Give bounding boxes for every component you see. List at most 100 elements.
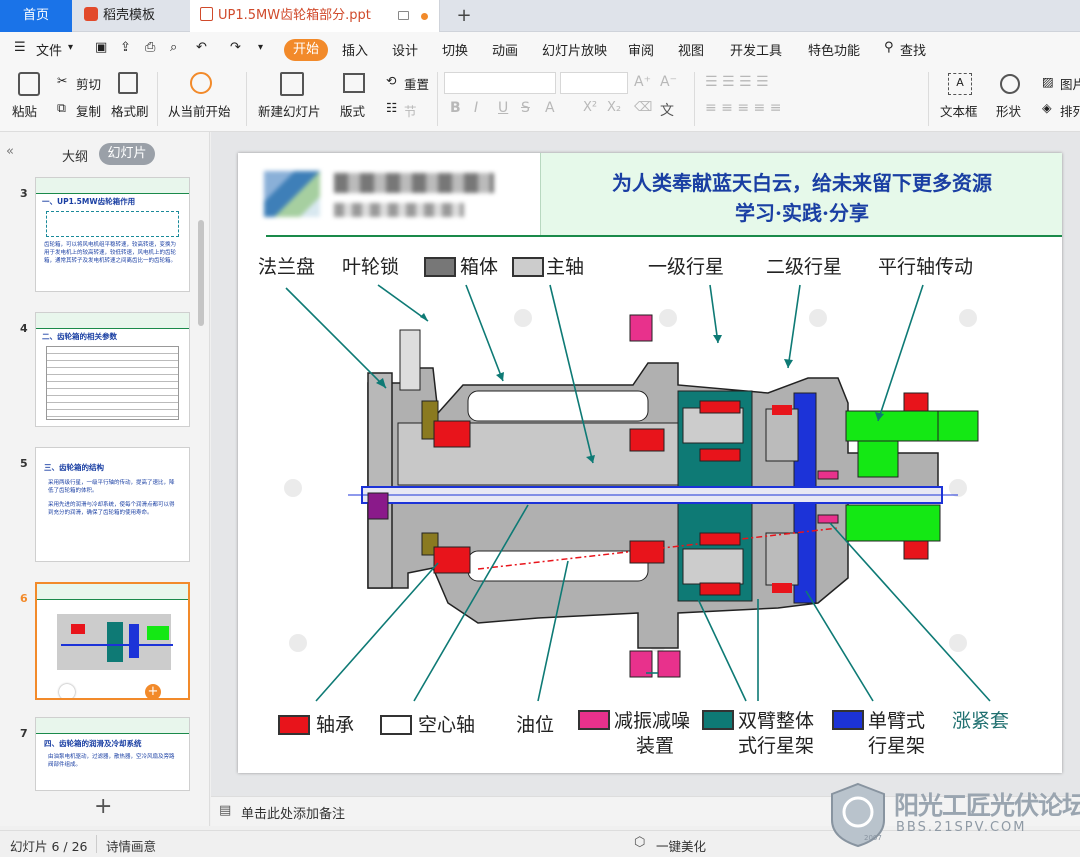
menu-slideshow[interactable]: 幻灯片放映: [542, 40, 607, 59]
preview-icon[interactable]: ⌕: [170, 40, 177, 55]
align-icons[interactable]: ≡ ≡ ≡ ≡ ≡: [705, 100, 781, 116]
brand-year: 2007: [864, 834, 882, 842]
section-icon[interactable]: ☷: [386, 100, 397, 115]
thumb-body-2: 采用先进的润滑与冷却系统，使每个润滑点都可以得到充分的润滑，确保了齿轮箱的使用寿…: [48, 502, 175, 516]
tab-slides[interactable]: 幻灯片: [99, 143, 155, 165]
slide-thumbnail-4[interactable]: 二、齿轮箱的相关参数: [35, 312, 190, 427]
label-flange: 法兰盘: [258, 256, 316, 278]
docer-icon: [84, 7, 98, 21]
label-double-carrier-1: 双臂整体: [738, 710, 815, 732]
reset-button[interactable]: 重置: [404, 74, 429, 93]
subscript-icon[interactable]: X₂: [607, 100, 621, 115]
arrange-icon[interactable]: ◈: [1042, 100, 1052, 115]
arrange-button[interactable]: 排列: [1060, 101, 1080, 120]
new-slide-plus-button[interactable]: +: [94, 794, 112, 819]
cut-button[interactable]: 剪切: [76, 74, 101, 93]
chevron-down-icon[interactable]: ▾: [68, 42, 73, 53]
forum-brand-watermark: 2007 阳光工匠光伏论坛 BBS.21SPV.COM: [828, 782, 1080, 848]
legend-hollow-swatch: [380, 715, 412, 735]
slide-thumbnail-7[interactable]: 四、齿轮箱的润滑及冷却系统 由油泵电机驱动，过滤器，散热器，空冷风扇及旁路阀部件…: [35, 717, 190, 791]
format-painter-icon[interactable]: [118, 72, 138, 94]
thumb-number: 3: [20, 187, 28, 200]
layout-icon[interactable]: [343, 73, 365, 93]
picture-button[interactable]: 图片: [1060, 74, 1080, 93]
menu-animation[interactable]: 动画: [492, 40, 518, 59]
theme-name[interactable]: 诗情画意: [106, 836, 156, 855]
italic-icon[interactable]: I: [474, 100, 478, 116]
collapse-panel-icon[interactable]: «: [6, 144, 14, 159]
grow-font-icon[interactable]: A⁺: [634, 74, 651, 90]
slide-thumbnail-3[interactable]: 一、UP1.5MW齿轮箱作用 齿轮箱，可以将风电机组平稳转速，较高转速，变换为用…: [35, 177, 190, 292]
search-icon[interactable]: ⚲: [884, 40, 894, 55]
save-icon[interactable]: ▣: [95, 40, 107, 55]
menu-insert[interactable]: 插入: [342, 40, 368, 59]
copy-button[interactable]: 复制: [76, 101, 101, 120]
menu-special[interactable]: 特色功能: [808, 40, 860, 59]
bullets-icon[interactable]: ☰ ☰ ☰ ☰: [705, 74, 769, 90]
tab-file-label: UP1.5MW齿轮箱部分.ppt: [218, 8, 371, 23]
section-button[interactable]: 节: [404, 101, 417, 120]
gearbox-cross-section-diagram: [284, 284, 991, 702]
beautify-icon[interactable]: ⬡: [634, 835, 645, 850]
quick-access-chevron-icon[interactable]: ▾: [258, 42, 263, 53]
pinyin-icon[interactable]: 文: [660, 100, 674, 120]
shape-icon[interactable]: [1000, 74, 1020, 94]
notes-placeholder[interactable]: 单击此处添加备注: [241, 803, 345, 822]
slide-canvas[interactable]: 为人类奉献蓝天白云，给未来留下更多资源 学习·实践·分享 法兰盘 叶轮锁 箱体 …: [238, 153, 1062, 773]
tab-template[interactable]: 稻壳模板: [72, 0, 190, 32]
undo-icon[interactable]: ↶: [196, 40, 207, 55]
export-icon[interactable]: ⇪: [120, 40, 131, 55]
menu-design[interactable]: 设计: [392, 40, 418, 59]
label-parallel-shaft: 平行轴传动: [878, 256, 974, 278]
thumb-title: 三、齿轮箱的结构: [44, 463, 104, 472]
new-tab-button[interactable]: +: [452, 0, 476, 32]
font-name-input[interactable]: [444, 72, 556, 94]
tab-outline[interactable]: 大纲: [62, 146, 88, 165]
layout-button[interactable]: 版式: [340, 101, 365, 120]
scissors-icon[interactable]: ✂: [57, 73, 67, 88]
charspace-icon[interactable]: A: [545, 100, 555, 116]
picture-icon[interactable]: ▨: [1042, 74, 1054, 89]
play-icon[interactable]: [190, 72, 212, 94]
menu-home-active[interactable]: 开始: [284, 39, 328, 61]
menu-file[interactable]: 文件: [36, 40, 62, 59]
slide-thumbnail-5[interactable]: 三、齿轮箱的结构 采用两级行星，一级平行轴的传动，提高了速比，降低了齿轮箱的体积…: [35, 447, 190, 562]
menu-review[interactable]: 审阅: [628, 40, 654, 59]
menu-developer[interactable]: 开发工具: [730, 40, 782, 59]
thumb-title: 一、UP1.5MW齿轮箱作用: [42, 197, 136, 206]
tab-file[interactable]: UP1.5MW齿轮箱部分.ppt: [190, 0, 440, 32]
brand-url: BBS.21SPV.COM: [896, 820, 1027, 835]
underline-icon[interactable]: U: [498, 100, 508, 116]
paste-button[interactable]: 粘贴: [12, 101, 37, 120]
menu-search[interactable]: 查找: [900, 40, 926, 59]
shape-button[interactable]: 形状: [996, 101, 1021, 120]
format-painter-button[interactable]: 格式刷: [111, 101, 149, 120]
new-slide-icon[interactable]: [280, 72, 304, 96]
reset-icon[interactable]: ⟲: [386, 73, 396, 88]
menu-transition[interactable]: 切换: [442, 40, 468, 59]
strike-icon[interactable]: S: [521, 100, 530, 116]
font-size-input[interactable]: [560, 72, 628, 94]
play-slide-icon[interactable]: [59, 684, 75, 698]
paste-icon[interactable]: [18, 72, 40, 96]
copy-icon[interactable]: ⧉: [57, 100, 66, 116]
redo-icon[interactable]: ↷: [230, 40, 241, 55]
print-icon[interactable]: ⎙: [145, 40, 155, 55]
textbox-icon[interactable]: A: [948, 73, 972, 95]
beautify-button[interactable]: 一键美化: [656, 836, 706, 855]
bold-icon[interactable]: B: [450, 100, 461, 116]
slide-thumbnail-6-active[interactable]: +: [35, 582, 190, 700]
shrink-font-icon[interactable]: A⁻: [660, 74, 677, 90]
superscript-icon[interactable]: X²: [583, 100, 597, 115]
tab-home[interactable]: 首页: [0, 0, 72, 32]
menu-view[interactable]: 视图: [678, 40, 704, 59]
textbox-button[interactable]: 文本框: [940, 101, 978, 120]
eraser-icon[interactable]: ⌫: [634, 100, 652, 115]
new-slide-button[interactable]: 新建幻灯片: [258, 101, 321, 120]
legend-double-carrier-swatch: [702, 710, 734, 730]
label-damper-1: 减振减噪: [614, 710, 691, 732]
hamburger-icon[interactable]: ☰: [14, 40, 26, 55]
add-slide-icon[interactable]: +: [145, 684, 161, 698]
panel-scrollbar[interactable]: [198, 220, 204, 326]
from-current-button[interactable]: 从当前开始: [168, 101, 231, 120]
